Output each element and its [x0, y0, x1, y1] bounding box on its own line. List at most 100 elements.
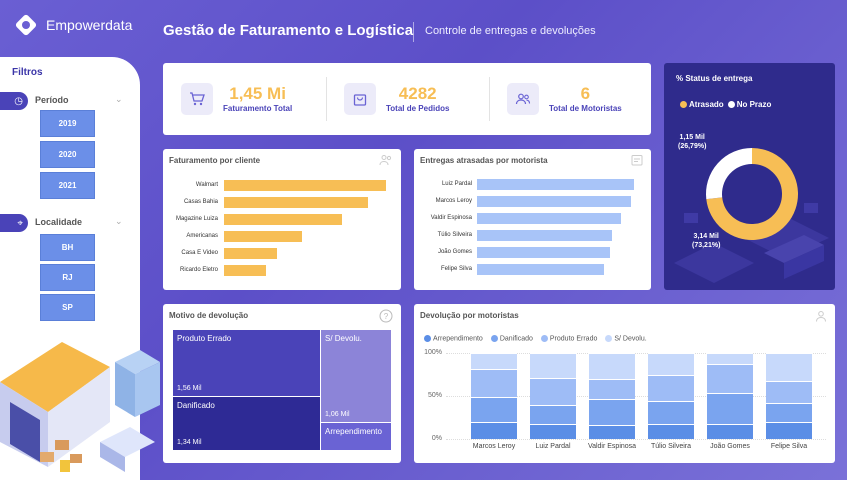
- legend-dot: [605, 335, 613, 342]
- chevron-down-icon[interactable]: ⌄: [115, 216, 123, 227]
- donut-label-value: 3,14 Mil: [693, 233, 719, 240]
- stack-segment[interactable]: [471, 369, 517, 397]
- bar-mark[interactable]: [477, 213, 622, 224]
- slicer-location-bh[interactable]: BH: [40, 234, 95, 261]
- gridline: [446, 439, 826, 440]
- stack-segment[interactable]: [648, 375, 694, 402]
- bar-mark[interactable]: [224, 248, 278, 259]
- y-tick-label: 0%: [431, 435, 442, 442]
- stack-segment[interactable]: [589, 353, 635, 379]
- legend-sem-devolucao[interactable]: S/ Devolu.: [605, 335, 647, 342]
- stack-segment[interactable]: [530, 353, 576, 378]
- stack-segment[interactable]: [766, 353, 812, 382]
- legend-dot: [490, 335, 498, 342]
- kpi-divider: [326, 77, 327, 121]
- bar-mark[interactable]: [224, 180, 386, 191]
- stack-segment[interactable]: [471, 353, 517, 370]
- chevron-down-icon[interactable]: ⌄: [115, 94, 123, 105]
- bar-category-label: Luiz Pardal: [441, 181, 472, 187]
- card-title: Entregas atrasadas por motorista: [420, 156, 548, 165]
- bar-category-label: Americanas: [186, 233, 218, 239]
- bar-mark[interactable]: [224, 214, 343, 225]
- bar-mark[interactable]: [477, 264, 605, 275]
- stack-segment[interactable]: [589, 399, 635, 426]
- location-pin-icon: ⌖: [0, 214, 28, 232]
- legend-no-prazo[interactable]: No Prazo: [727, 100, 772, 109]
- calendar-icon: [631, 154, 643, 169]
- bar-mark[interactable]: [477, 247, 611, 258]
- location-filter-header[interactable]: ⌖ Localidade ⌄: [0, 214, 130, 232]
- bar-category-label: Magazine Luiza: [175, 216, 218, 222]
- period-label: Período: [35, 95, 69, 105]
- faturamento-por-cliente-card: Faturamento por cliente Walmart Casas Bah…: [163, 149, 401, 290]
- legend-danificado[interactable]: Danificado: [490, 335, 533, 342]
- slicer-year-2019[interactable]: 2019: [40, 110, 95, 137]
- legend-produto-errado[interactable]: Produto Errado: [540, 335, 598, 343]
- legend-dot: [680, 101, 687, 109]
- kpi-value: 1,45 Mi: [229, 84, 286, 103]
- kpi-divider: [489, 77, 490, 121]
- brand-logo[interactable]: Empowerdata: [14, 13, 132, 37]
- stack-segment[interactable]: [707, 353, 753, 365]
- bar-mark[interactable]: [477, 230, 613, 241]
- status-donut-chart: [706, 148, 798, 240]
- card-title: Faturamento por cliente: [169, 156, 261, 165]
- brand-name: Empowerdata: [46, 17, 133, 33]
- slicer-location-sp[interactable]: SP: [40, 294, 95, 321]
- stack-segment[interactable]: [648, 353, 694, 376]
- stack-segment[interactable]: [766, 381, 812, 403]
- stack-segment[interactable]: [530, 377, 576, 405]
- stack-segment[interactable]: [707, 393, 753, 425]
- page-subtitle: Controle de entregas e devoluções: [425, 25, 596, 37]
- stack-segment[interactable]: [648, 401, 694, 424]
- treemap-cell-label: Arrependimento: [325, 427, 382, 436]
- y-tick-label: 100%: [424, 349, 442, 356]
- slicer-location-rj[interactable]: RJ: [40, 264, 95, 291]
- stack-segment[interactable]: [530, 424, 576, 439]
- legend-atrasado[interactable]: Atrasado: [680, 100, 724, 109]
- treemap-cell-produto-errado[interactable]: Produto Errado 1,56 Mil: [173, 330, 320, 396]
- stack-segment[interactable]: [648, 423, 694, 439]
- treemap-cell-sem-devolucao[interactable]: S/ Devolu. 1,06 Mil: [321, 330, 391, 422]
- legend-label: No Prazo: [736, 100, 772, 109]
- treemap-cell-label: Produto Errado: [177, 334, 232, 343]
- status-entrega-card: % Status de entrega Atrasado No Prazo 1,…: [664, 63, 835, 290]
- svg-text:?: ?: [384, 312, 389, 321]
- bar-mark[interactable]: [224, 265, 267, 276]
- period-filter-header[interactable]: ◷ Período ⌄: [0, 92, 130, 110]
- bar-mark[interactable]: [224, 231, 302, 242]
- bar-category-label: Marcos Leroy: [435, 198, 472, 204]
- slicer-year-2020[interactable]: 2020: [40, 141, 95, 168]
- help-icon[interactable]: ?: [379, 309, 393, 326]
- devolucao-motoristas-card: Devolução por motoristas Arrependimento …: [414, 304, 835, 463]
- bar-mark[interactable]: [477, 179, 634, 190]
- bar-mark[interactable]: [224, 197, 369, 208]
- bar-category-label: Casas Bahia: [183, 199, 218, 205]
- stack-segment[interactable]: [707, 424, 753, 439]
- stack-segment[interactable]: [589, 378, 635, 400]
- motivo-devolucao-card: Motivo de devolução ? Produto Errado 1,5…: [163, 304, 401, 463]
- stack-segment[interactable]: [530, 404, 576, 425]
- stack-segment[interactable]: [766, 402, 812, 422]
- filters-title: Filtros: [12, 67, 43, 78]
- stack-segment[interactable]: [589, 425, 635, 439]
- kpi-pedidos: 4282 Total de Pedidos: [344, 63, 449, 135]
- stacked-legend: Arrependimento Danificado Produto Errado…: [424, 335, 647, 342]
- cart-icon: [181, 83, 213, 115]
- legend-arrependimento[interactable]: Arrependimento: [424, 335, 483, 342]
- treemap-cell-arrependimento[interactable]: Arrependimento: [321, 423, 391, 450]
- user-icon: [815, 310, 827, 325]
- bar-mark[interactable]: [477, 196, 631, 207]
- stack-segment[interactable]: [471, 421, 517, 439]
- donut-label-value: 1,15 Mil: [679, 134, 705, 141]
- treemap-cell-danificado[interactable]: Danificado 1,34 Mil: [173, 397, 320, 450]
- stack-segment[interactable]: [471, 396, 517, 422]
- donut-label-no-prazo: 1,15 Mil (26,79%): [678, 133, 706, 151]
- slicer-year-2021[interactable]: 2021: [40, 172, 95, 199]
- stack-segment[interactable]: [707, 364, 753, 394]
- bar-category-label: Túlio Silveira: [437, 232, 472, 238]
- stack-segment[interactable]: [766, 421, 812, 439]
- donut-slice[interactable]: [706, 148, 753, 200]
- bar-category-label: Ricardo Eletro: [179, 267, 218, 273]
- legend-label: Produto Errado: [549, 335, 598, 343]
